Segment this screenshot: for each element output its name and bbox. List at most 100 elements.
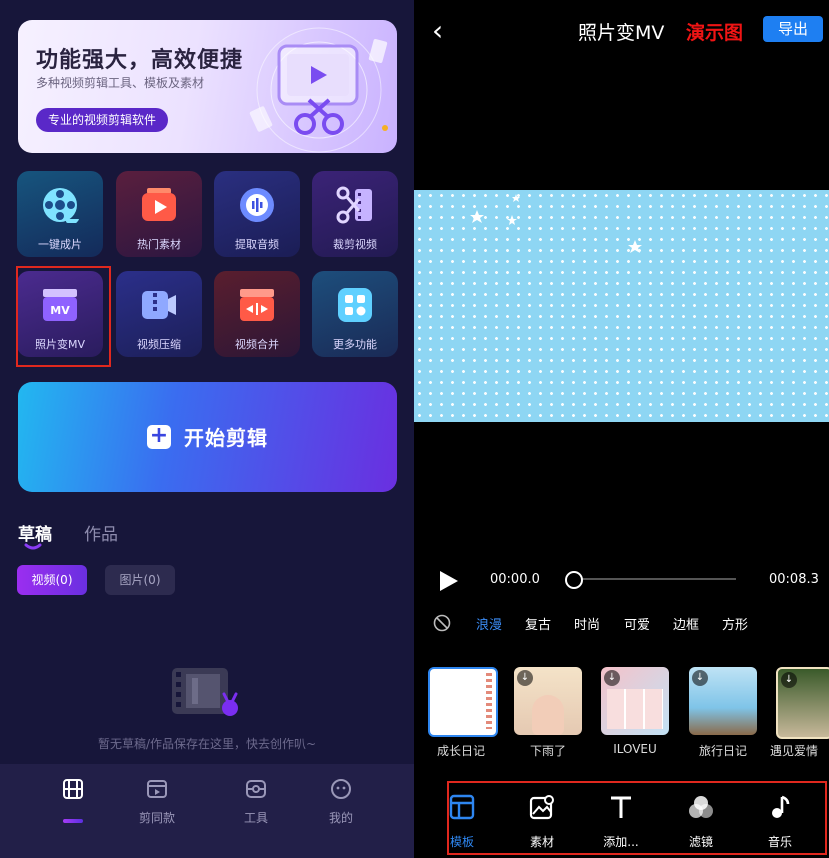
progress-track[interactable]: [574, 578, 736, 580]
home-panel: 功能强大，高效便捷 多种视频剪辑工具、模板及素材 专业的视频剪辑软件 一键成片: [0, 0, 414, 858]
template-iloveu[interactable]: ↓: [601, 667, 669, 735]
music-note-icon: [772, 795, 790, 818]
export-button[interactable]: 导出: [763, 16, 823, 42]
tool-template[interactable]: 模板: [427, 794, 497, 850]
tool-add-text[interactable]: 添加...: [586, 794, 656, 850]
demo-label: 演示图: [686, 22, 744, 44]
film-icon: [63, 779, 83, 799]
tile-compress-video[interactable]: 视频压缩: [116, 271, 202, 357]
promo-banner[interactable]: 功能强大，高效便捷 多种视频剪辑工具、模板及素材 专业的视频剪辑软件: [18, 20, 397, 153]
tool-music[interactable]: 音乐: [745, 794, 815, 850]
download-icon: ↓: [517, 670, 533, 686]
empty-state-text: 暂无草稿/作品保存在这里，快去创作叭~: [97, 737, 317, 751]
tab-works[interactable]: 作品: [84, 520, 118, 545]
play-stack-icon: [142, 188, 176, 221]
template-label: ILOVEU: [613, 742, 657, 756]
start-editing-label: 开始剪辑: [184, 426, 269, 450]
tile-label: 裁剪视频: [333, 238, 377, 251]
time-current: 00:00.0: [490, 572, 540, 587]
tab-underline-icon: [24, 543, 42, 550]
category-border[interactable]: 边框: [673, 614, 699, 633]
category-retro[interactable]: 复古: [525, 614, 551, 633]
play-icon[interactable]: [438, 570, 460, 592]
tool-filter[interactable]: 滤镜: [666, 794, 736, 850]
nav-active-indicator: [63, 819, 83, 823]
scissors-film-icon: [336, 186, 372, 224]
progress-knob[interactable]: [565, 571, 583, 589]
tool-label: 素材: [529, 835, 554, 849]
chip-video[interactable]: 视频(0): [17, 565, 87, 595]
tile-crop-video[interactable]: 裁剪视频: [312, 171, 398, 257]
nav-tools[interactable]: 工具: [216, 778, 296, 826]
tool-label: 添加...: [603, 835, 639, 849]
time-total: 00:08.3: [769, 572, 819, 587]
tile-extract-audio[interactable]: 提取音频: [214, 171, 300, 257]
back-icon[interactable]: ‹: [432, 14, 443, 47]
thumb-edge: [486, 673, 492, 729]
tile-label: 视频压缩: [137, 338, 181, 351]
plus-icon: +: [146, 424, 171, 449]
category-square[interactable]: 方形: [722, 614, 748, 633]
template-label: 下雨了: [529, 744, 566, 758]
chip-image[interactable]: 图片(0): [105, 565, 175, 595]
editor-title: 照片变MV: [578, 22, 665, 44]
nav-label: 我的: [328, 811, 353, 825]
category-fashion[interactable]: 时尚: [574, 614, 600, 633]
tile-more-features[interactable]: 更多功能: [312, 271, 398, 357]
download-icon: ↓: [781, 672, 797, 688]
editor-panel: ‹ 照片变MV 演示图 导出 00:00.0 00:08.3 浪漫 复古 时尚 …: [414, 0, 829, 858]
category-romantic[interactable]: 浪漫: [476, 614, 502, 633]
photo-grid: [607, 689, 663, 729]
bottom-nav: 剪同款 工具 我的: [0, 764, 414, 858]
image-gear-icon: [529, 795, 554, 820]
tile-label: 提取音频: [235, 238, 279, 251]
merge-clapper-icon: [240, 289, 274, 321]
tab-drafts[interactable]: 草稿: [18, 520, 52, 545]
toolbox-icon: [246, 780, 266, 798]
template-layout-icon: [449, 794, 475, 820]
photo-face: [532, 695, 564, 735]
start-editing-button[interactable]: + 开始剪辑: [18, 382, 397, 492]
grid-apps-icon: [338, 288, 372, 322]
tool-material[interactable]: 素材: [507, 794, 577, 850]
star-decor-icon: [470, 194, 642, 253]
tile-label: 更多功能: [333, 338, 377, 351]
template-meet-love[interactable]: ↓: [776, 667, 829, 739]
tile-label: 视频合并: [235, 338, 279, 351]
highlight-box: [16, 266, 111, 367]
template-label: 遇见爱情: [770, 744, 819, 758]
tool-label: 音乐: [767, 835, 792, 849]
film-reel-icon: [43, 188, 80, 223]
tile-label: 热门素材: [137, 238, 181, 251]
template-label: 成长日记: [436, 744, 485, 758]
banner-title: 功能强大，高效便捷: [36, 48, 244, 73]
nav-label: 工具: [243, 811, 268, 825]
download-icon: ↓: [604, 670, 620, 686]
profile-face-icon: [331, 779, 351, 799]
download-icon: ↓: [692, 670, 708, 686]
none-icon[interactable]: [433, 614, 451, 632]
video-preview[interactable]: [414, 190, 829, 422]
nav-home[interactable]: [33, 778, 113, 823]
filter-circles-icon: [689, 796, 713, 818]
audio-extract-icon: [240, 188, 274, 222]
video-edit-illustration-icon: [249, 27, 388, 153]
tile-label: 一键成片: [38, 238, 82, 251]
template-label: 旅行日记: [698, 744, 747, 758]
nav-profile[interactable]: 我的: [301, 778, 381, 826]
tile-one-click-video[interactable]: 一键成片: [17, 171, 103, 257]
category-cute[interactable]: 可爱: [624, 614, 650, 633]
nav-label: 剪同款: [138, 811, 175, 825]
banner-subtitle: 多种视频剪辑工具、模板及素材: [36, 76, 205, 90]
text-t-icon: [611, 796, 631, 818]
template-growth-diary[interactable]: [428, 667, 498, 737]
zip-camera-icon: [142, 291, 176, 319]
nav-template[interactable]: 剪同款: [117, 778, 197, 826]
tool-label: 模板: [449, 835, 474, 849]
banner-button[interactable]: 专业的视频剪辑软件: [36, 108, 169, 132]
template-rain[interactable]: ↓: [514, 667, 582, 735]
tile-hot-material[interactable]: 热门素材: [116, 171, 202, 257]
template-icon: [147, 780, 167, 798]
tile-merge-video[interactable]: 视频合并: [214, 271, 300, 357]
template-travel-diary[interactable]: ↓: [689, 667, 757, 735]
